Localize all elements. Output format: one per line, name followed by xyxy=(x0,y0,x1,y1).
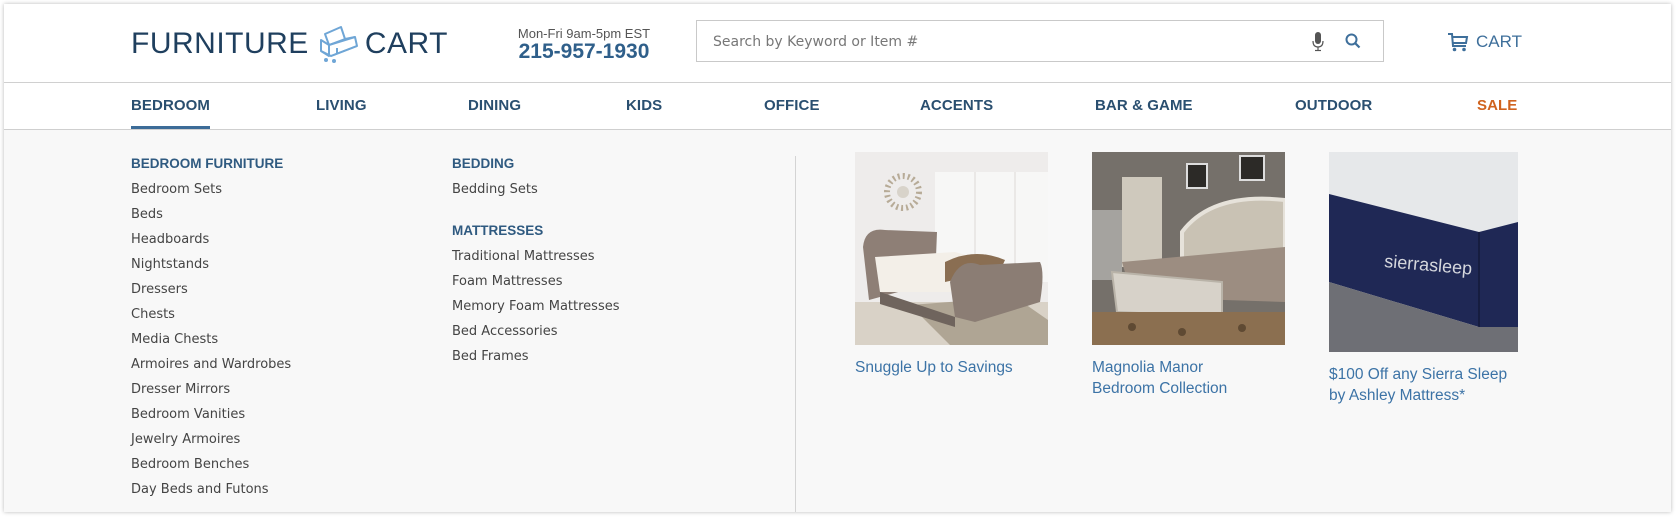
promo-card: Snuggle Up to Savings xyxy=(855,152,1048,378)
menu-link[interactable]: Bedroom Vanities xyxy=(131,405,291,430)
cart-button[interactable]: CART xyxy=(1447,32,1522,52)
menu-link[interactable]: Foam Mattresses xyxy=(452,272,619,297)
promo-caption-line: by Ashley Mattress* xyxy=(1329,387,1466,404)
menu-heading[interactable]: BEDDING xyxy=(452,154,619,174)
promo-card: Magnolia Manor Bedroom Collection xyxy=(1092,152,1285,399)
search-box xyxy=(696,20,1384,63)
menu-link[interactable]: Bedroom Benches xyxy=(131,455,291,480)
promo-caption-line: Bedroom Collection xyxy=(1092,380,1228,397)
business-hours: Mon-Fri 9am-5pm EST xyxy=(517,26,651,41)
promo-card: sierrasleep $100 Off any Sierra Sleep by… xyxy=(1329,152,1518,406)
menu-link[interactable]: Dressers xyxy=(131,280,291,305)
menu-link[interactable]: Traditional Mattresses xyxy=(452,247,619,272)
menu-link[interactable]: Jewelry Armoires xyxy=(131,430,291,455)
nav-kids[interactable]: KIDS xyxy=(626,83,662,129)
menu-link[interactable]: Bed Accessories xyxy=(452,322,619,347)
main-nav: BEDROOM LIVING DINING KIDS OFFICE ACCENT… xyxy=(4,83,1671,130)
promo-caption-line: $100 Off any Sierra Sleep xyxy=(1329,366,1508,383)
menu-divider xyxy=(795,156,796,512)
menu-column-bedding-mattresses: BEDDING Bedding Sets MATTRESSES Traditio… xyxy=(452,154,619,372)
search-input[interactable] xyxy=(711,21,1275,63)
nav-living[interactable]: LIVING xyxy=(316,83,367,129)
contact-info: Mon-Fri 9am-5pm EST 215-957-1930 xyxy=(504,26,664,64)
menu-link[interactable]: Beds xyxy=(131,205,291,230)
page-frame: FURNITURE CART Mon-Fri 9am-5pm EST 215-9… xyxy=(4,4,1671,512)
promo-caption-link[interactable]: $100 Off any Sierra Sleep by Ashley Matt… xyxy=(1329,364,1518,406)
chair-cart-icon xyxy=(319,26,358,63)
menu-link[interactable]: Memory Foam Mattresses xyxy=(452,297,619,322)
nav-outdoor[interactable]: OUTDOOR xyxy=(1295,83,1372,129)
menu-link[interactable]: Bed Frames xyxy=(452,347,619,372)
sierra-sleep-mattress-photo[interactable]: sierrasleep xyxy=(1329,152,1518,356)
nav-office[interactable]: OFFICE xyxy=(764,83,820,129)
promo-caption-line: Magnolia Manor xyxy=(1092,359,1204,376)
tufted-sleigh-bed-photo[interactable] xyxy=(855,152,1048,349)
promo-caption-link[interactable]: Snuggle Up to Savings xyxy=(855,357,1048,378)
shopping-cart-icon xyxy=(1448,33,1469,52)
nav-bar-game[interactable]: BAR & GAME xyxy=(1095,83,1193,129)
nav-dining[interactable]: DINING xyxy=(468,83,521,129)
promo-caption-line: Snuggle Up to Savings xyxy=(855,359,1013,376)
nav-sale[interactable]: SALE xyxy=(1477,83,1517,129)
menu-link[interactable]: Bedding Sets xyxy=(452,180,619,205)
menu-heading[interactable]: BEDROOM FURNITURE xyxy=(131,154,291,174)
site-logo[interactable]: FURNITURE CART xyxy=(131,24,448,64)
menu-link[interactable]: Day Beds and Futons xyxy=(131,480,291,505)
menu-link[interactable]: Armoires and Wardrobes xyxy=(131,355,291,380)
nav-bedroom[interactable]: BEDROOM xyxy=(131,83,211,129)
menu-link[interactable]: Bedroom Sets xyxy=(131,180,291,205)
logo-text-cart: CART xyxy=(364,27,448,60)
menu-column-bedroom-furniture: BEDROOM FURNITURE Bedroom Sets Beds Head… xyxy=(131,154,291,505)
logo-text-furniture: FURNITURE xyxy=(131,27,309,60)
menu-link[interactable]: Headboards xyxy=(131,230,291,255)
menu-heading[interactable]: MATTRESSES xyxy=(452,221,619,241)
menu-link[interactable]: Nightstands xyxy=(131,255,291,280)
menu-link[interactable]: Dresser Mirrors xyxy=(131,380,291,405)
promo-caption-link[interactable]: Magnolia Manor Bedroom Collection xyxy=(1092,357,1285,399)
phone-number[interactable]: 215-957-1930 xyxy=(504,40,664,64)
nav-accents[interactable]: ACCENTS xyxy=(920,83,993,129)
microphone-icon[interactable] xyxy=(1312,32,1324,56)
header: FURNITURE CART Mon-Fri 9am-5pm EST 215-9… xyxy=(4,4,1671,83)
magnolia-manor-bed-photo[interactable] xyxy=(1092,152,1285,349)
menu-link[interactable]: Media Chests xyxy=(131,330,291,355)
cart-label: CART xyxy=(1476,32,1522,51)
magnifier-icon xyxy=(1345,33,1361,49)
search-button[interactable] xyxy=(1345,33,1361,53)
menu-link[interactable]: Chests xyxy=(131,305,291,330)
